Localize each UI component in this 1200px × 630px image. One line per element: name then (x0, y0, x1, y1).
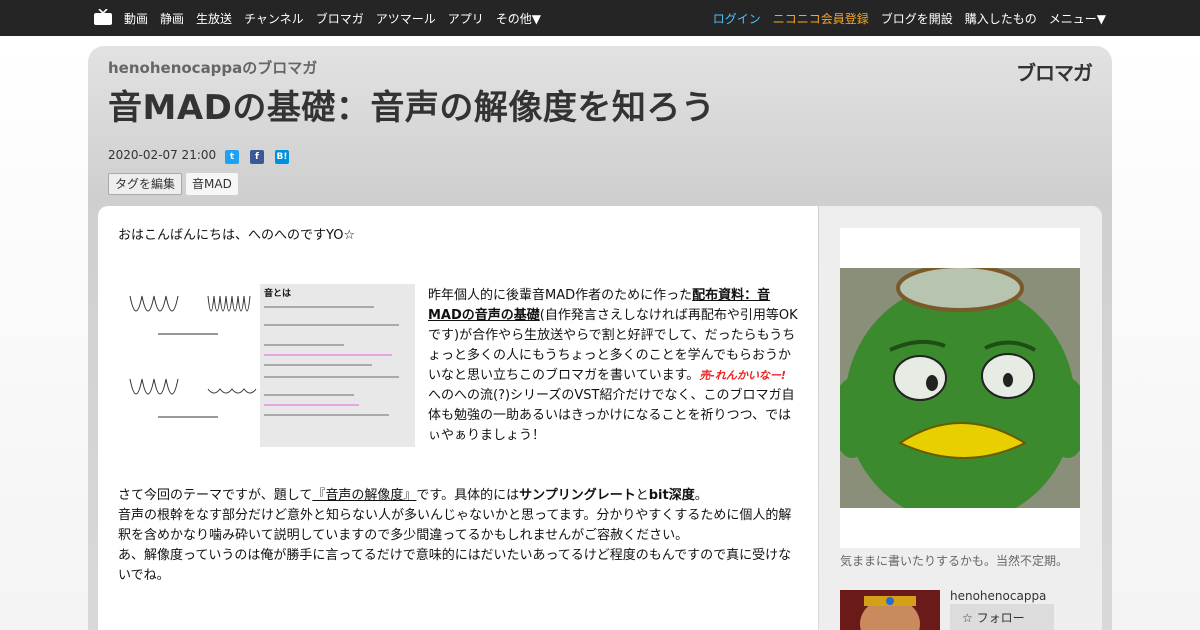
thumbnail-line (264, 306, 374, 308)
follow-label: フォロー (976, 611, 1025, 625)
niconico-tv-icon[interactable] (94, 9, 112, 25)
theme-text: 。 (694, 488, 708, 503)
menu-dropdown[interactable]: メニュー▼ (1049, 10, 1106, 27)
greeting-text: おはこんばんにちは、へのへのですYO☆ (118, 228, 356, 243)
purchased-link[interactable]: 購入したもの (965, 10, 1037, 27)
facebook-share-icon[interactable]: f (250, 150, 264, 164)
waveform-diagram (129, 295, 257, 418)
nav-item-channel[interactable]: チャンネル (244, 10, 304, 27)
thumbnail-line (264, 364, 372, 366)
hatena-bookmark-icon[interactable]: B! (275, 150, 289, 164)
theme-topic: 『音声の解像度』 (312, 488, 417, 503)
star-icon: ☆ (962, 611, 973, 625)
theme-text: と (635, 488, 649, 503)
thumbnail-line (264, 394, 354, 396)
theme-text: です。具体的には (416, 488, 520, 503)
top-nav: 動画 静画 生放送 チャンネル ブロマガ アツマール アプリ その他▼ ログイン… (0, 0, 1200, 36)
thumbnail-line (264, 414, 389, 416)
nav-left-menu: 動画 静画 生放送 チャンネル ブロマガ アツマール アプリ その他▼ (124, 0, 553, 36)
term-sampling-rate: サンプリングレート (519, 488, 636, 503)
login-link[interactable]: ログイン (713, 10, 761, 27)
thumbnail-highlight (264, 354, 392, 356)
thumbnail-line (264, 324, 399, 326)
theme-text: さて今回のテーマですが、題して (118, 488, 313, 503)
bromaga-logo[interactable]: ブロマガ (1016, 57, 1093, 86)
username-link[interactable]: henohenocappa (950, 589, 1046, 603)
open-blog-link[interactable]: ブログを開設 (881, 10, 953, 27)
blog-description: 気ままに書いたりするかも。当然不定期。 (840, 554, 1069, 568)
theme-paragraph: さて今回のテーマですが、題して『音声の解像度』です。具体的にはサンプリングレート… (118, 486, 798, 586)
nav-item-video[interactable]: 動画 (124, 10, 148, 27)
user-avatar-image (840, 590, 940, 630)
nav-item-seiga[interactable]: 静画 (160, 10, 184, 27)
thumbnail-heading: 音とは (264, 289, 292, 299)
follow-button[interactable]: ☆ フォロー (950, 604, 1054, 630)
blog-name-link[interactable]: henohenocappaのブロマガ (108, 57, 317, 78)
body-text: あ、解像度っていうのは俺が勝手に言ってるだけで意味的にはだいたいあってるけど程度… (118, 548, 792, 583)
intro-text: 昨年個人的に後輩音MAD作者のために作った (428, 288, 693, 303)
red-aside: 売-れんかいなー! (699, 369, 786, 382)
user-avatar[interactable] (840, 590, 940, 630)
nav-item-other[interactable]: その他▼ (496, 10, 541, 27)
nav-item-live[interactable]: 生放送 (196, 10, 232, 27)
share-buttons: t f B! (225, 150, 300, 164)
edit-tags-button[interactable]: タグを編集 (108, 173, 183, 195)
twitter-share-icon[interactable]: t (225, 150, 239, 164)
kappa-avatar-image[interactable] (840, 268, 1080, 508)
body-text: 音声の根幹をなす部分だけど意外と知らない人が多いんじゃないかと思ってます。分かり… (118, 508, 792, 543)
term-bit-depth: bit深度 (648, 488, 695, 503)
thumbnail-line (264, 344, 344, 346)
nav-right-menu: ログイン ニコニコ会員登録 ブログを開設 購入したもの メニュー▼ (701, 0, 1106, 36)
page-title: 音MADの基礎：音声の解像度を知ろう (108, 88, 716, 128)
thumbnail-text-panel: 音とは (260, 284, 415, 447)
nav-item-bromaga[interactable]: ブロマガ (316, 10, 364, 27)
thumbnail-highlight (264, 404, 359, 406)
article-thumbnail[interactable]: 音とは (118, 284, 415, 447)
nav-item-atsumaru[interactable]: アツマール (376, 10, 436, 27)
thumbnail-line (264, 376, 399, 378)
blog-avatar-frame (840, 228, 1080, 548)
intro-text: へのへの流(?)シリーズのVST紹介だけでなく、このブロマガ自体も勉強の一助ある… (428, 388, 795, 443)
register-link[interactable]: ニコニコ会員登録 (773, 10, 869, 27)
intro-paragraph: 昨年個人的に後輩音MAD作者のために作った配布資料：音MADの音声の基礎(自作発… (428, 286, 800, 446)
nav-item-app[interactable]: アプリ (448, 10, 484, 27)
tag-oto-mad[interactable]: 音MAD (186, 173, 238, 195)
post-date: 2020-02-07 21:00 (108, 148, 217, 162)
